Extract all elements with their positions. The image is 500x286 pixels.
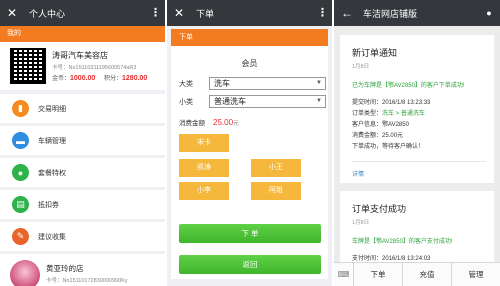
submit-order-button[interactable]: 下 单: [179, 224, 321, 243]
person-icon[interactable]: ●: [485, 8, 493, 18]
order-header: 下单: [171, 29, 328, 46]
shop-logo: [10, 260, 40, 286]
subcategory-select[interactable]: 普通洗车 ▼: [209, 95, 326, 108]
balance-row: 金币：1000.00 积分：1280.00: [52, 73, 147, 82]
amount-row: 消费金额 25.00元: [179, 117, 239, 127]
amount-unit: 元: [233, 121, 240, 127]
menu-list: ▮ 交易明细 ▬ 车辆管理 ● 套餐特权 ▤ 抵扣券 ✎ 建议收集: [0, 94, 165, 251]
message-list: 新订单通知 1月8日 已为车牌是【鄂AV2850】的客户下单成功! 提交时间：2016…: [334, 26, 500, 286]
chevron-down-icon: ▼: [316, 80, 322, 86]
more-vertical-icon[interactable]: ⋮: [317, 7, 328, 19]
category-label: 大类: [179, 80, 193, 88]
message-line-key: 订单类型：: [352, 111, 383, 117]
subcategory-label: 小类: [179, 98, 193, 106]
menu-order[interactable]: 下单: [354, 262, 403, 286]
page-title: 下单: [196, 8, 215, 19]
section-header: 我的: [0, 26, 165, 42]
message-card[interactable]: 新订单通知 1月8日 已为车牌是【鄂AV2850】的客户下单成功! 提交时间：2016…: [340, 35, 494, 183]
message-line-key: 客户信息：: [352, 122, 383, 128]
amount-label: 消费金额: [179, 120, 205, 127]
category-row: 大类 洗车 ▼: [179, 77, 326, 90]
message-line-value: 洗车 > 普通洗车: [382, 111, 425, 117]
bar-chart-icon: ▮: [12, 100, 29, 117]
menu-item[interactable]: ● 套餐特权: [0, 158, 165, 187]
message-line: 订单类型：洗车 > 普通洗车: [340, 106, 494, 117]
store-messages-panel: ← 车洁网店铺版 ● 新订单通知 1月8日 已为车牌是【鄂AV2850】的客户下单成…: [334, 0, 500, 286]
top-bar: ← 车洁网店铺版 ●: [334, 0, 500, 26]
message-line-value: 下单成功，等待客户确认！: [352, 144, 425, 150]
points-label: 积分：: [104, 76, 123, 82]
staff-button[interactable]: 小王: [251, 159, 301, 177]
message-line: 支付时间：2016/1/8 13:24:03: [340, 245, 494, 262]
order-form: 下单 会员 大类 洗车 ▼ 小类 普通洗车 ▼ 消费金额 25.00元 宋卡 凯涛 小…: [171, 29, 328, 279]
balance-value: 1000.00: [70, 75, 96, 82]
message-line: 提交时间：2016/1/8 13:23:33: [340, 89, 494, 106]
bottom-menu: ⌨ 下单 充值 管理: [334, 262, 500, 286]
page-title: 个人中心: [29, 8, 66, 19]
message-headline: 车牌是【鄂AV2850】的客户支付成功!: [352, 239, 453, 245]
message-line-value: 鄂AV2850: [382, 122, 409, 128]
menu-item[interactable]: ▤ 抵扣券: [0, 190, 165, 219]
menu-item-label: 套餐特权: [38, 169, 66, 177]
menu-recharge[interactable]: 充值: [403, 262, 452, 286]
message-line: 消费金额：25.00元: [340, 128, 494, 139]
message-line: 下单成功，等待客户确认！: [340, 139, 494, 150]
staff-button[interactable]: 凯涛: [179, 159, 229, 177]
menu-item[interactable]: ✎ 建议收集: [0, 222, 165, 251]
subcategory-value: 普通洗车: [214, 97, 246, 106]
shop-name: 涛哥汽车美容店: [52, 51, 108, 60]
message-line-key: 提交时间：: [352, 100, 383, 106]
message-date: 1月8日: [352, 220, 370, 226]
divider: [352, 161, 486, 162]
car-icon: ▬: [12, 132, 29, 149]
message-title: 新订单通知: [352, 48, 398, 58]
menu-item[interactable]: ▬ 车辆管理: [0, 126, 165, 155]
chevron-down-icon: ▼: [316, 98, 322, 104]
points-value: 1280.00: [122, 75, 148, 82]
card-number: 卡号：No15110311195600574aR3: [52, 65, 137, 71]
category-value: 洗车: [214, 79, 230, 88]
arrow-left-icon[interactable]: ←: [341, 7, 357, 19]
keyboard-icon[interactable]: ⌨: [334, 262, 354, 286]
qr-code-icon: [10, 48, 46, 84]
ticket-icon: ▤: [12, 196, 29, 213]
message-headline: 已为车牌是【鄂AV2850】的客户下单成功!: [352, 83, 465, 89]
card-number: 卡号：No15110172830000900Ky: [46, 278, 128, 284]
back-button[interactable]: 返回: [179, 255, 321, 274]
message-date: 1月8日: [352, 64, 370, 70]
personal-center-panel: ✕ 个人中心 ⋮ 我的 涛哥汽车美容店 卡号：No151103111956005…: [0, 0, 165, 286]
message-line-key: 消费金额：: [352, 133, 383, 139]
more-vertical-icon[interactable]: ⋮: [150, 7, 161, 19]
menu-item-label: 交易明细: [38, 105, 66, 113]
message-line: 客户信息：鄂AV2850: [340, 117, 494, 128]
top-bar: ✕ 个人中心 ⋮: [0, 0, 165, 26]
message-line-value: 25.00元: [382, 133, 404, 139]
menu-item-label: 车辆管理: [38, 137, 66, 145]
close-icon[interactable]: ✕: [7, 7, 23, 19]
category-select[interactable]: 洗车 ▼: [209, 77, 326, 90]
menu-manage[interactable]: 管理: [452, 263, 500, 286]
member-label: 会员: [241, 59, 258, 68]
message-line-value: 2016/1/8 13:23:33: [382, 100, 431, 106]
amount-value: 25.00: [213, 118, 234, 127]
shop-card[interactable]: 涛哥汽车美容店 卡号：No15110311195600574aR3 金币：100…: [0, 42, 165, 90]
close-icon[interactable]: ✕: [174, 7, 190, 19]
user-icon: ●: [12, 164, 29, 181]
staff-button[interactable]: 阿姐: [251, 182, 301, 200]
menu-item[interactable]: ▮ 交易明细: [0, 94, 165, 123]
subcategory-row: 小类 普通洗车 ▼: [179, 95, 326, 108]
feedback-icon: ✎: [12, 228, 29, 245]
staff-button[interactable]: 小李: [179, 182, 229, 200]
top-bar: ✕ 下单 ⋮: [167, 0, 332, 26]
menu-item-label: 抵扣券: [38, 201, 59, 209]
detail-link[interactable]: 详情: [352, 169, 364, 178]
order-panel: ✕ 下单 ⋮ 下单 会员 大类 洗车 ▼ 小类 普通洗车 ▼ 消费金额 25.00元 …: [167, 0, 332, 286]
message-title: 订单支付成功: [352, 204, 407, 214]
menu-item-label: 建议收集: [38, 233, 66, 241]
shop-card-2[interactable]: 黄亚玲的店 卡号：No15110172830000900Ky: [0, 254, 165, 286]
page-title: 车洁网店铺版: [363, 8, 418, 19]
staff-button[interactable]: 宋卡: [179, 134, 229, 152]
shop-name: 黄亚玲的店: [46, 264, 84, 273]
balance-label: 金币：: [52, 76, 71, 82]
